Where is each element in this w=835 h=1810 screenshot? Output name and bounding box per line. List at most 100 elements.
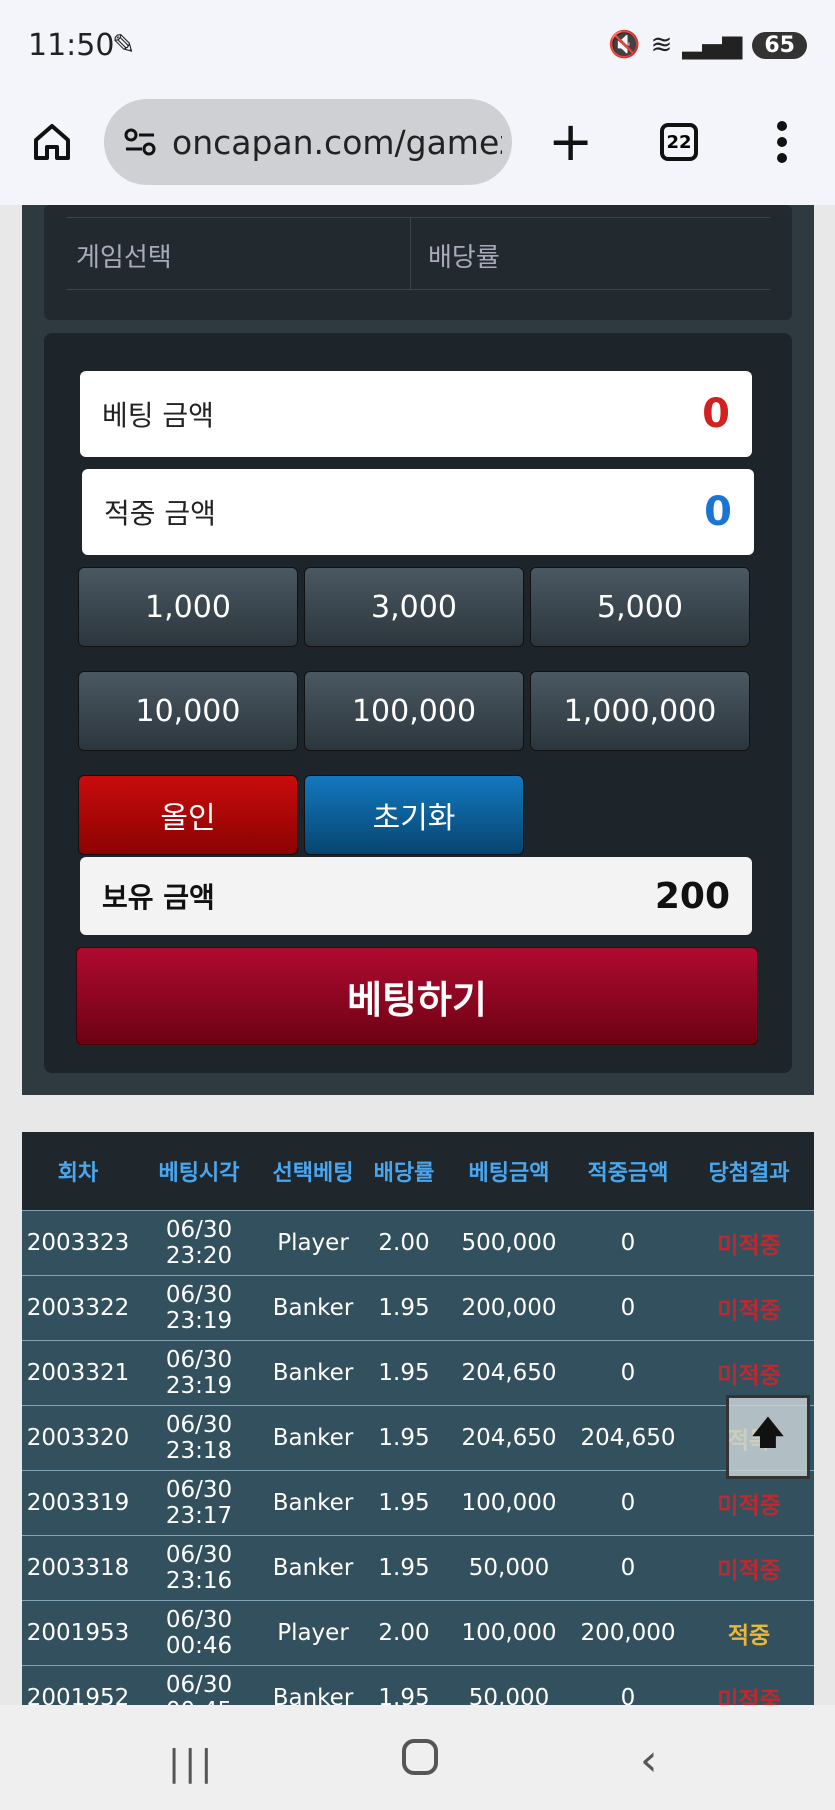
cell-time: 06/30 23:17 — [134, 1469, 264, 1535]
status-bar: 11:50 ✎ 🔇 ≋ ▂▄▆ 65 — [0, 0, 835, 95]
table-header-row: 회차 베팅시각 선택베팅 배당률 베팅금액 적중금액 당첨결과 — [22, 1132, 814, 1210]
back-icon[interactable]: ‹ — [640, 1735, 658, 1786]
table-row: 2001953 06/30 00:46 Player 2.00 100,000 … — [22, 1599, 814, 1665]
reset-button[interactable]: 초기화 — [304, 775, 524, 855]
game-select-label[interactable]: 게임선택 — [76, 237, 172, 274]
arrow-up-icon: 🡅 — [750, 1412, 786, 1453]
notification-icon: ✎ — [112, 28, 136, 61]
cell-win-amount: 0 — [572, 1534, 684, 1600]
cell-result: 미적중 — [684, 1209, 814, 1275]
col-header-bet-amount: 베팅금액 — [446, 1132, 572, 1210]
cell-win-amount: 200,000 — [572, 1599, 684, 1665]
cell-round: 2003318 — [22, 1534, 134, 1600]
cell-time: 06/30 00:45 — [134, 1664, 264, 1705]
win-amount-label: 적중 금액 — [104, 497, 216, 530]
table-row: 2003320 06/30 23:18 Banker 1.95 204,650 … — [22, 1404, 814, 1470]
address-bar[interactable]: oncapan.com/gamez — [104, 99, 512, 185]
cell-odds: 2.00 — [362, 1599, 446, 1665]
home-icon[interactable] — [30, 120, 74, 164]
table-row: 2001952 06/30 00:45 Banker 1.95 50,000 0… — [22, 1664, 814, 1705]
chip-button-100000[interactable]: 100,000 — [304, 671, 524, 751]
divider — [66, 289, 770, 290]
system-nav-bar: ||| ‹ — [0, 1705, 835, 1810]
scroll-to-top-button[interactable]: 🡅 — [726, 1395, 810, 1479]
cell-result: 미적중 — [684, 1274, 814, 1340]
table-row: 2003321 06/30 23:19 Banker 1.95 204,650 … — [22, 1339, 814, 1405]
new-tab-icon[interactable]: + — [548, 115, 593, 169]
balance-field: 보유 금액 200 — [80, 857, 752, 935]
cell-result: 미적중 — [684, 1469, 814, 1535]
chip-button-3000[interactable]: 3,000 — [304, 567, 524, 647]
cell-win-amount: 0 — [572, 1664, 684, 1705]
col-header-selection: 선택베팅 — [264, 1132, 362, 1210]
cell-round: 2003322 — [22, 1274, 134, 1340]
status-time: 11:50 — [28, 28, 115, 63]
cell-time: 06/30 23:19 — [134, 1339, 264, 1405]
table-row: 2003318 06/30 23:16 Banker 1.95 50,000 0… — [22, 1534, 814, 1600]
cell-bet-amount: 500,000 — [446, 1209, 572, 1275]
table-row: 2003323 06/30 23:20 Player 2.00 500,000 … — [22, 1209, 814, 1275]
cell-win-amount: 0 — [572, 1469, 684, 1535]
cell-selection: Banker — [264, 1404, 362, 1470]
cell-win-amount: 0 — [572, 1339, 684, 1405]
win-amount-value: 0 — [704, 489, 732, 535]
cell-bet-amount: 204,650 — [446, 1404, 572, 1470]
divider — [410, 217, 411, 289]
balance-value: 200 — [654, 875, 730, 917]
cell-selection: Banker — [264, 1534, 362, 1600]
table-row: 2003319 06/30 23:17 Banker 1.95 100,000 … — [22, 1469, 814, 1535]
cell-time: 06/30 23:20 — [134, 1209, 264, 1275]
cell-selection: Player — [264, 1599, 362, 1665]
balance-label: 보유 금액 — [102, 881, 215, 914]
bet-amount-label: 베팅 금액 — [102, 399, 214, 432]
allin-button[interactable]: 올인 — [78, 775, 298, 855]
col-header-round: 회차 — [22, 1132, 134, 1210]
chip-button-5000[interactable]: 5,000 — [530, 567, 750, 647]
cell-odds: 1.95 — [362, 1469, 446, 1535]
cell-bet-amount: 50,000 — [446, 1664, 572, 1705]
cell-odds: 1.95 — [362, 1404, 446, 1470]
cell-time: 06/30 23:18 — [134, 1404, 264, 1470]
cell-odds: 1.95 — [362, 1534, 446, 1600]
cell-round: 2001952 — [22, 1664, 134, 1705]
chip-button-10000[interactable]: 10,000 — [78, 671, 298, 751]
cell-time: 06/30 00:46 — [134, 1599, 264, 1665]
cell-result: 미적중 — [684, 1664, 814, 1705]
cell-round: 2001953 — [22, 1599, 134, 1665]
cell-bet-amount: 200,000 — [446, 1274, 572, 1340]
cell-selection: Player — [264, 1209, 362, 1275]
cell-win-amount: 0 — [572, 1209, 684, 1275]
col-header-odds: 배당률 — [362, 1132, 446, 1210]
cell-win-amount: 204,650 — [572, 1404, 684, 1470]
browser-toolbar: oncapan.com/gamez + 22 — [0, 95, 835, 205]
cell-bet-amount: 50,000 — [446, 1534, 572, 1600]
chip-button-1000[interactable]: 1,000 — [78, 567, 298, 647]
col-header-bet-time: 베팅시각 — [134, 1132, 264, 1210]
cell-result: 미적중 — [684, 1534, 814, 1600]
cell-win-amount: 0 — [572, 1274, 684, 1340]
cell-round: 2003320 — [22, 1404, 134, 1470]
cell-odds: 1.95 — [362, 1664, 446, 1705]
place-bet-button[interactable]: 베팅하기 — [76, 947, 758, 1045]
cell-round: 2003321 — [22, 1339, 134, 1405]
chip-button-1000000[interactable]: 1,000,000 — [530, 671, 750, 751]
site-settings-icon[interactable] — [122, 124, 158, 160]
cell-selection: Banker — [264, 1339, 362, 1405]
nav-home-icon[interactable] — [402, 1739, 438, 1775]
status-icons: 🔇 ≋ ▂▄▆ 65 — [608, 30, 807, 60]
cell-odds: 1.95 — [362, 1274, 446, 1340]
cell-bet-amount: 204,650 — [446, 1339, 572, 1405]
tab-switcher-icon[interactable]: 22 — [660, 123, 698, 161]
cell-odds: 2.00 — [362, 1209, 446, 1275]
cell-round: 2003319 — [22, 1469, 134, 1535]
cell-time: 06/30 23:16 — [134, 1534, 264, 1600]
cell-selection: Banker — [264, 1469, 362, 1535]
bet-card: 베팅 금액 0 적중 금액 0 1,000 3,000 5,000 10,000… — [44, 333, 792, 1073]
page-content: 게임선택 배당률 베팅 금액 0 적중 금액 0 1,000 3,000 5,0… — [0, 205, 835, 1705]
signal-icon: ▂▄▆ — [682, 30, 743, 60]
more-menu-icon[interactable] — [770, 119, 794, 165]
cell-selection: Banker — [264, 1274, 362, 1340]
url-text[interactable]: oncapan.com/gamez — [172, 123, 502, 162]
recent-apps-icon[interactable]: ||| — [168, 1743, 216, 1784]
table-row: 2003322 06/30 23:19 Banker 1.95 200,000 … — [22, 1274, 814, 1340]
